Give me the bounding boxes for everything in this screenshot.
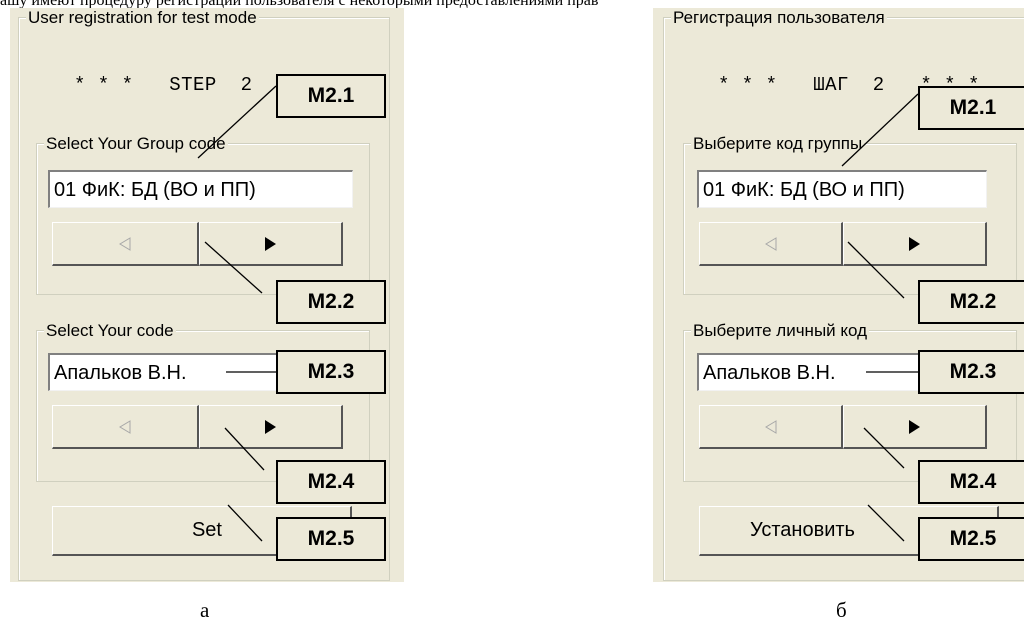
group-code-groupbox: Выберите код группы [683,134,1017,295]
callout-m2-1: M2.1 [276,74,386,118]
code-next-button[interactable] [199,405,343,449]
triangle-left-icon [764,236,776,251]
code-prev-button[interactable] [52,405,199,449]
triangle-right-icon [909,419,920,434]
callout-m2-5: M2.5 [918,517,1024,561]
group-code-legend: Выберите код группы [691,134,865,154]
callout-m2-3: M2.3 [918,350,1024,394]
group-code-groupbox: Select Your Group code [36,134,370,295]
triangle-left-icon [764,419,776,434]
personal-code-legend: Выберите личный код [691,321,870,341]
triangle-right-icon [909,236,920,251]
figure-caption-a: а [200,598,210,622]
code-next-button[interactable] [843,405,987,449]
triangle-left-icon [119,236,131,251]
personal-code-legend: Select Your code [44,321,176,341]
panel-title: User registration for test mode [26,8,259,28]
callout-m2-2: M2.2 [276,280,386,324]
code-prev-button[interactable] [699,405,843,449]
document-top-text: ашу имеют процедуру регистрации пользова… [0,0,1024,8]
callout-m2-1: M2.1 [918,86,1024,130]
group-code-legend: Select Your Group code [44,134,228,154]
figure-caption-b: б [836,598,847,622]
callout-m2-4: M2.4 [276,460,386,504]
callout-m2-2: M2.2 [918,280,1024,324]
triangle-left-icon [119,419,131,434]
group-code-field[interactable]: 01 ФиК: БД (ВО и ПП) [697,170,987,208]
group-code-field[interactable]: 01 ФиК: БД (ВО и ПП) [48,170,353,208]
group-prev-button[interactable] [699,222,843,266]
callout-m2-3: M2.3 [276,350,386,394]
panel-title: Регистрация пользователя [671,8,887,28]
callout-m2-4: M2.4 [918,460,1024,504]
callout-m2-5: M2.5 [276,517,386,561]
group-next-button[interactable] [199,222,343,266]
group-next-button[interactable] [843,222,987,266]
triangle-right-icon [265,236,276,251]
triangle-right-icon [265,419,276,434]
group-prev-button[interactable] [52,222,199,266]
